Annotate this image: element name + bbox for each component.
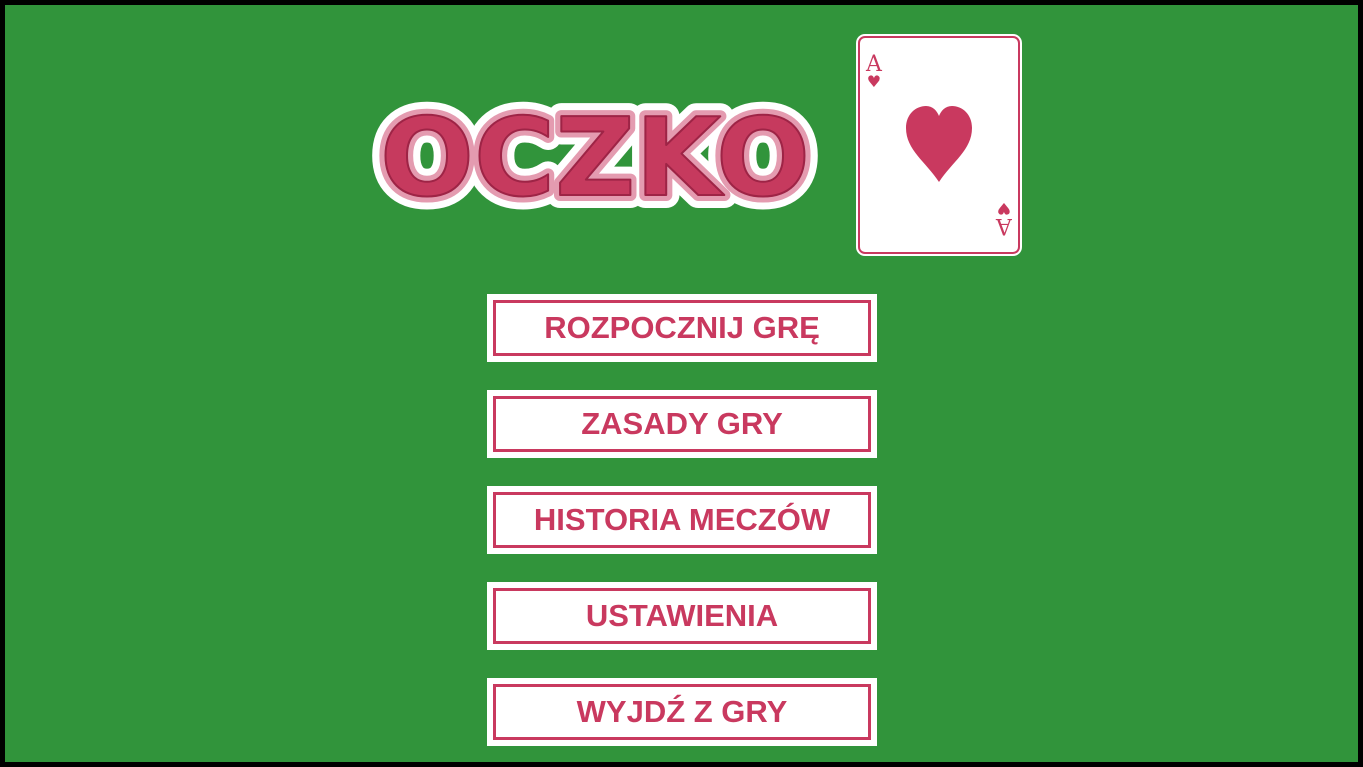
ace-of-hearts-card: A ♥ A ♥: [858, 36, 1020, 254]
heart-icon: ♥: [866, 72, 882, 91]
match-history-button[interactable]: HISTORIA MECZÓW: [487, 486, 877, 554]
game-rules-label: ZASADY GRY: [493, 396, 871, 452]
heart-icon: ♥: [996, 199, 1012, 218]
settings-label: USTAWIENIA: [493, 588, 871, 644]
heart-icon: [904, 104, 974, 184]
game-rules-button[interactable]: ZASADY GRY: [487, 390, 877, 458]
start-game-button[interactable]: ROZPOCZNIJ GRĘ: [487, 294, 877, 362]
settings-button[interactable]: USTAWIENIA: [487, 582, 877, 650]
match-history-label: HISTORIA MECZÓW: [493, 492, 871, 548]
logo-title: OCZKO: [380, 96, 810, 221]
card-corner-bottom-right: A ♥: [996, 199, 1012, 238]
game-logo: OCZKO OCZKO OCZKO: [350, 83, 840, 233]
start-game-label: ROZPOCZNIJ GRĘ: [493, 300, 871, 356]
game-screen: OCZKO OCZKO OCZKO A ♥ A ♥ ROZPOCZNIJ GRĘ…: [5, 5, 1358, 762]
exit-game-label: WYJDŹ Z GRY: [493, 684, 871, 740]
exit-game-button[interactable]: WYJDŹ Z GRY: [487, 678, 877, 746]
card-corner-top-left: A ♥: [866, 54, 882, 90]
